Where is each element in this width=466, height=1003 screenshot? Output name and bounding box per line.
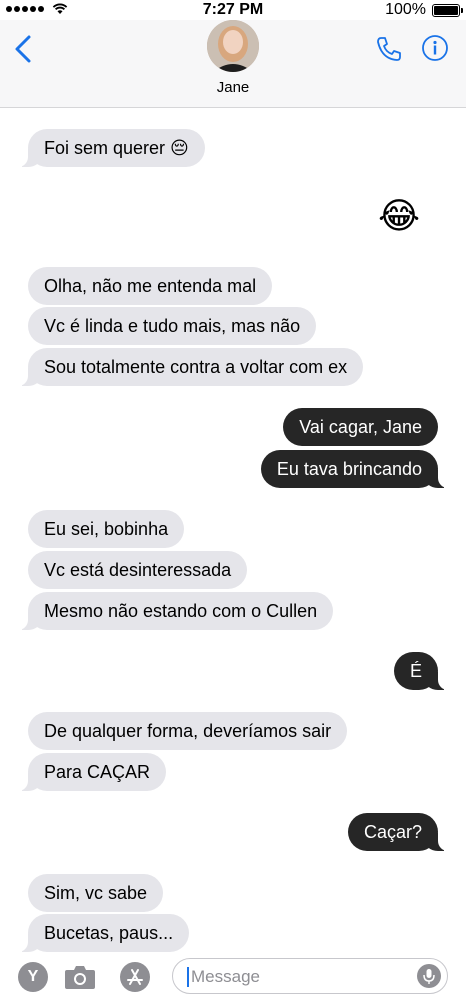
outgoing-message[interactable]: Vai cagar, Jane [283,408,438,446]
outgoing-message[interactable]: Eu tava brincando [260,450,449,488]
status-bar: 7:27 PM 100% [0,0,466,20]
outgoing-message[interactable]: Caçar? [347,813,449,851]
incoming-message[interactable]: Vc é linda e tudo mais, mas não [28,307,317,345]
outgoing-emoji-message[interactable]: 😂 [378,196,420,236]
incoming-message[interactable]: Vc está desinteressada [28,551,248,589]
incoming-message[interactable]: Mesmo não estando com o Cullen [17,592,334,630]
outgoing-message[interactable]: É [393,652,449,690]
contact-avatar[interactable] [207,20,259,72]
incoming-message[interactable]: Sou totalmente contra a voltar com ex [17,348,364,386]
conversation-header: Jane [0,20,466,108]
incoming-message[interactable]: Eu sei, bobinha [28,510,185,548]
incoming-message[interactable]: De qualquer forma, deveríamos sair [28,712,348,750]
microphone-icon[interactable] [417,964,441,988]
back-chevron-icon[interactable] [12,34,36,64]
incoming-message[interactable]: Sim, vc sabe [28,874,164,912]
message-input-field[interactable] [172,958,448,994]
contact-name[interactable]: Jane [0,79,466,96]
incoming-message[interactable]: Para CAÇAR [17,753,167,791]
camera-icon[interactable] [64,964,96,990]
app-drawer-y-icon[interactable]: Y [18,962,48,992]
info-icon[interactable] [421,34,449,62]
battery-icon [432,4,463,17]
incoming-message[interactable]: Foi sem querer 😔 [18,129,205,167]
incoming-message[interactable]: Bucetas, paus... [17,914,190,952]
phone-icon[interactable] [374,34,404,64]
compose-bar: Y [0,952,466,1000]
app-store-icon[interactable] [120,962,150,992]
battery-percentage: 100% [385,1,426,18]
message-input[interactable] [189,965,413,989]
incoming-message[interactable]: Olha, não me entenda mal [28,267,273,305]
